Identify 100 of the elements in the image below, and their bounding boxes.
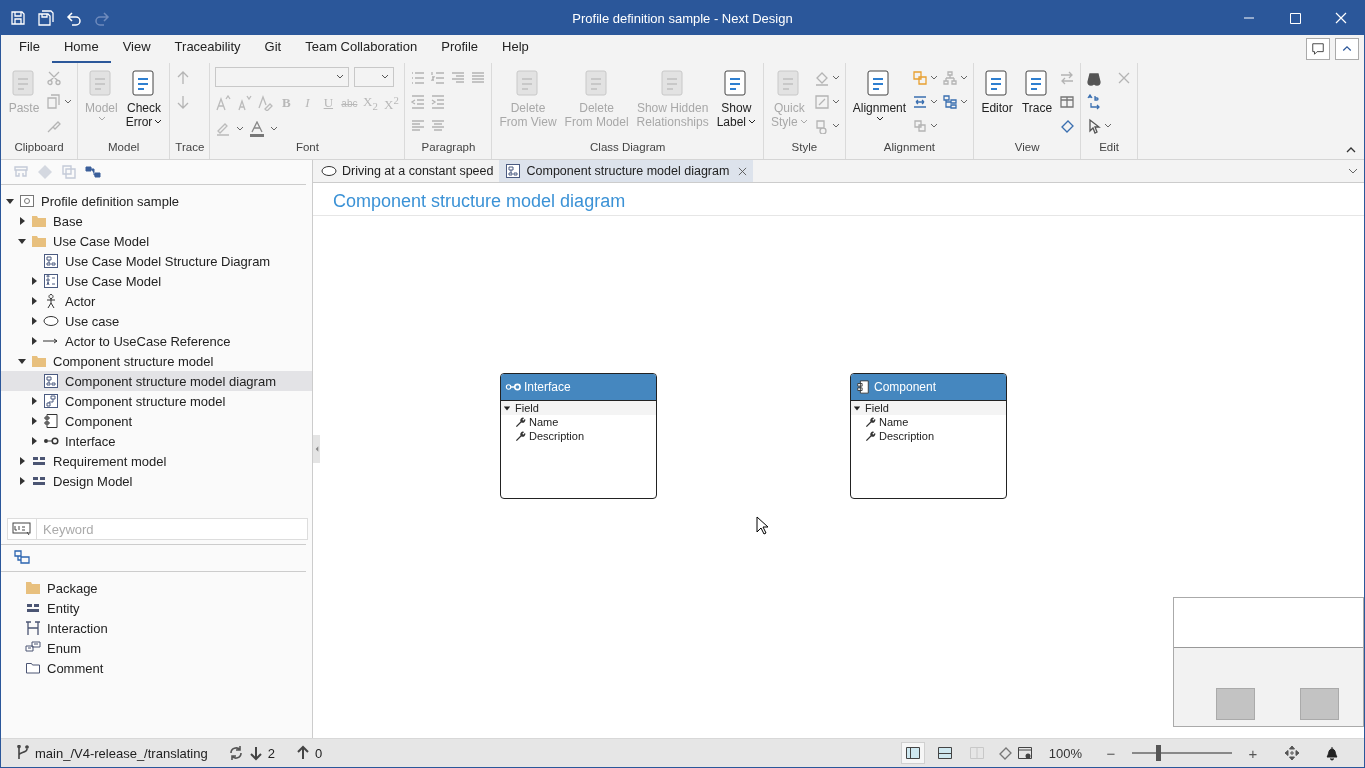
expand-arrow-icon[interactable]: [29, 396, 39, 406]
toolbox-icon[interactable]: [14, 550, 30, 566]
close-icon[interactable]: [738, 166, 748, 176]
expand-arrow-icon[interactable]: [29, 336, 39, 346]
caret-icon[interactable]: [831, 121, 840, 130]
group-label: Class Diagram: [589, 141, 667, 155]
menu-tab[interactable]: Team Collaboration: [293, 37, 430, 63]
search-field[interactable]: Keyword: [37, 518, 308, 540]
tree-item[interactable]: Component structure model: [1, 351, 312, 371]
splitter-handle[interactable]: [313, 435, 320, 463]
zoom-out-button[interactable]: −: [1104, 744, 1118, 762]
caret-icon[interactable]: [1104, 121, 1113, 130]
slider-thumb[interactable]: [1156, 745, 1161, 761]
layout-button[interactable]: [900, 742, 925, 764]
expand-arrow-icon[interactable]: [29, 436, 39, 446]
tree-item[interactable]: Base: [1, 211, 312, 231]
branch-name[interactable]: main_/V4-release_/translating: [35, 745, 208, 761]
tree-diagram-icon: [43, 373, 59, 389]
sync-icon[interactable]: [227, 745, 244, 761]
spacing-icon[interactable]: [912, 93, 929, 110]
tree-layout-icon[interactable]: [942, 93, 959, 110]
collapse-arrow-icon[interactable]: [17, 236, 27, 246]
caret-icon[interactable]: [930, 97, 939, 106]
text-filter-icon[interactable]: [7, 518, 37, 540]
font-family-field[interactable]: [215, 67, 350, 87]
network-icon[interactable]: [85, 164, 101, 180]
menu-tab[interactable]: Profile: [429, 37, 491, 63]
tree-item[interactable]: Use Case Model Structure Diagram: [1, 251, 312, 271]
toolbox-item[interactable]: Package: [25, 578, 312, 598]
collapse-arrow-icon[interactable]: [5, 196, 15, 206]
caret-icon[interactable]: [960, 97, 969, 106]
class-node[interactable]: Interface Field Name Description: [500, 373, 657, 499]
menu-tab[interactable]: Help: [490, 37, 541, 63]
caret-icon[interactable]: [270, 125, 279, 133]
toolbox-item[interactable]: Enum: [25, 638, 312, 658]
tree-item[interactable]: Interface: [1, 431, 312, 451]
comment-button[interactable]: [1306, 38, 1330, 60]
expand-arrow-icon[interactable]: [17, 216, 27, 226]
menu-tab[interactable]: View: [110, 37, 163, 63]
caret-icon[interactable]: [960, 73, 969, 82]
ribbon-button[interactable]: Show Label: [714, 67, 759, 141]
bell-icon[interactable]: [1324, 745, 1340, 761]
caret-icon[interactable]: [831, 97, 840, 106]
expand-arrow-icon[interactable]: [29, 296, 39, 306]
document-tab[interactable]: Component structure model diagram: [499, 160, 754, 182]
collapse-ribbon-button[interactable]: [1335, 38, 1359, 60]
expand-arrow-icon[interactable]: [29, 276, 39, 286]
tree-item[interactable]: Profile definition sample: [1, 191, 312, 211]
menu-tab[interactable]: Traceability: [162, 37, 253, 63]
diagram-title: Component structure model diagram: [313, 183, 1364, 216]
split-view-icon[interactable]: [1059, 93, 1076, 110]
settings-icon[interactable]: [1016, 745, 1033, 761]
class-node[interactable]: Component Field Name Description: [850, 373, 1007, 499]
minimap-node: [1216, 688, 1255, 720]
caret-icon[interactable]: [831, 73, 840, 82]
collapse-arrow-icon[interactable]: [503, 404, 511, 412]
tree-item[interactable]: Component structure model: [1, 391, 312, 411]
tree-item[interactable]: Requirement model: [1, 451, 312, 471]
undo-icon[interactable]: [66, 10, 82, 26]
toolbox-item[interactable]: Interaction: [25, 618, 312, 638]
pointer-icon[interactable]: [1086, 117, 1103, 134]
expand-arrow-icon[interactable]: [29, 416, 39, 426]
font-size-field[interactable]: [354, 67, 395, 87]
tree-item[interactable]: Actor: [1, 291, 312, 311]
collapse-arrow-icon[interactable]: [17, 356, 27, 366]
tree-item[interactable]: Component structure model diagram: [1, 371, 312, 391]
collapse-arrow-icon[interactable]: [853, 404, 861, 412]
zoom-in-button[interactable]: +: [1246, 744, 1260, 762]
tree-item[interactable]: Component: [1, 411, 312, 431]
ribbon-button[interactable]: Editor: [979, 67, 1016, 141]
document-tab[interactable]: Driving at a constant speed: [315, 160, 500, 182]
tree-item[interactable]: Design Model: [1, 471, 312, 491]
caret-icon[interactable]: [236, 125, 245, 133]
tree-item[interactable]: Actor to UseCase Reference: [1, 331, 312, 351]
expand-arrow-icon[interactable]: [17, 456, 27, 466]
tree-item[interactable]: Use case: [1, 311, 312, 331]
menu-tab[interactable]: Home: [51, 37, 111, 63]
tree-item[interactable]: Use Case Model: [1, 271, 312, 291]
move-icon[interactable]: [1284, 745, 1300, 761]
tree-item[interactable]: Use Case Model: [1, 231, 312, 251]
ribbon-button[interactable]: Check Error: [123, 67, 165, 141]
font-color-icon[interactable]: [249, 121, 266, 137]
chevron-up-icon[interactable]: [1346, 145, 1356, 155]
caret-icon[interactable]: [930, 121, 939, 130]
tree-folder-icon: [31, 233, 47, 249]
menu-tab[interactable]: File: [7, 37, 52, 63]
menu-tab[interactable]: Git: [252, 37, 294, 63]
caret-icon[interactable]: [64, 97, 72, 106]
expand-arrow-icon[interactable]: [29, 316, 39, 326]
toolbox-item[interactable]: Entity: [25, 598, 312, 618]
ribbon-button[interactable]: Alignment: [850, 67, 909, 141]
expand-arrow-icon[interactable]: [17, 476, 27, 486]
caret-icon[interactable]: [930, 73, 939, 82]
save-icon[interactable]: [10, 10, 26, 26]
chevron-down-icon[interactable]: [1348, 166, 1358, 176]
save-all-icon[interactable]: [38, 10, 54, 26]
zoom-slider[interactable]: [1132, 745, 1232, 761]
ribbon-button[interactable]: Trace: [1019, 67, 1056, 141]
toolbox-item[interactable]: Comment: [25, 658, 312, 678]
caret-icon: [336, 73, 345, 81]
